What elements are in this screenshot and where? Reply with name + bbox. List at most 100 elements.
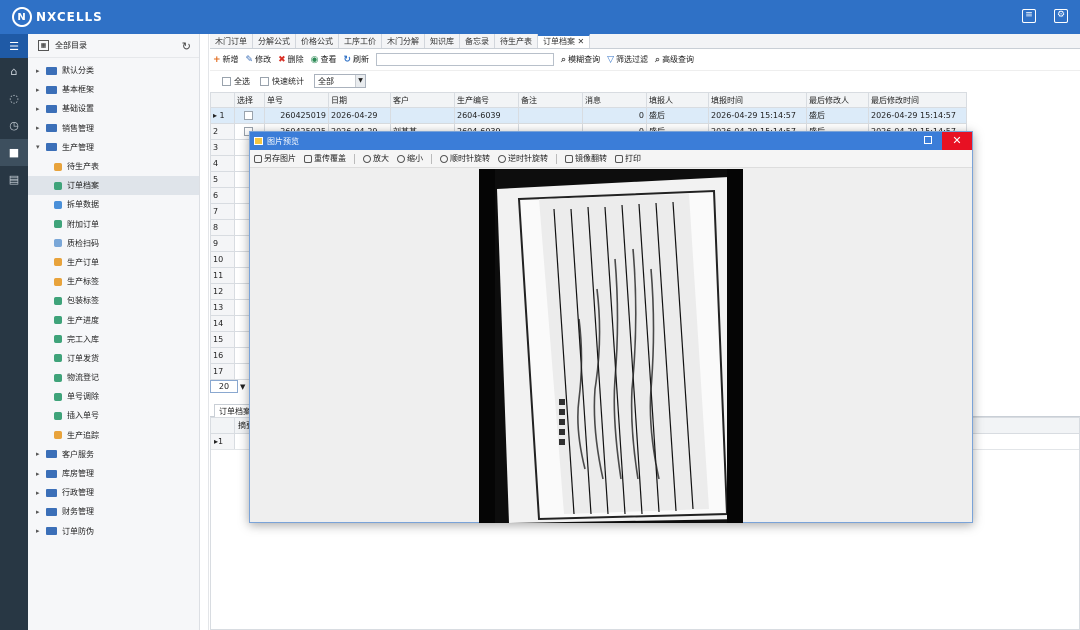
cube-icon[interactable]: ■ [0,139,28,166]
printer-icon[interactable]: ▤ [0,166,28,193]
refresh-icon[interactable]: ↻ [182,40,191,53]
table-row[interactable]: ▸ 1 260425019 2026-04-29 2604-6039 0 盛后 2026-0… [210,107,967,124]
tab[interactable]: 订单档案 ✕ [538,34,591,48]
upload-button[interactable]: 重传覆盖 [304,153,346,164]
column-header[interactable]: 选择 [234,92,265,108]
tree-item[interactable]: ▾ 生产管理 [28,138,199,157]
maximize-icon[interactable] [924,136,932,144]
column-header[interactable]: 最后修改人 [806,92,869,108]
table-cell[interactable] [390,107,455,124]
table-cell[interactable]: 2026-04-29 [328,107,391,124]
print-button[interactable]: 打印 [615,153,641,164]
tree-item[interactable]: ▸ 行政管理 [28,483,199,502]
tree-item[interactable]: 拆单数据 [28,195,199,214]
search-input[interactable] [376,53,555,66]
tree-item[interactable]: 生产订单 [28,253,199,272]
tree-item[interactable]: 待生产表 [28,157,199,176]
edit-button[interactable]: ✎ 修改 [246,54,272,65]
column-header[interactable]: 填报人 [646,92,709,108]
menu-icon[interactable]: ☰ [0,34,28,58]
close-tab-icon[interactable]: ✕ [575,37,585,46]
page-size-input[interactable]: 20 [210,380,238,393]
tree-item[interactable]: 完工入库 [28,330,199,349]
tree-item[interactable]: ▸ 订单防伪 [28,522,199,541]
delete-button[interactable]: ✖ 删除 [278,54,304,65]
chat-icon[interactable]: ◌ [0,85,28,112]
filter-button[interactable]: ▽ 筛选过滤 [607,54,648,65]
close-button[interactable]: ✕ [942,132,972,150]
tree-item[interactable]: ▸ 基础设置 [28,99,199,118]
row-checkbox[interactable] [234,107,265,124]
document-icon[interactable]: ≡ [1022,9,1036,23]
zoom-in-button[interactable]: 放大 [363,153,389,164]
save-button[interactable]: 另存图片 [254,153,296,164]
rotate-cw-button[interactable]: 顺时针旋转 [440,153,490,164]
tree-item[interactable]: ▸ 库房管理 [28,464,199,483]
table-cell[interactable] [518,107,583,124]
refresh-button[interactable]: ↻ 刷新 [344,54,370,65]
advanced-search-button[interactable]: ⌕ 高级查询 [655,54,694,65]
table-cell[interactable]: 2026-04-29 15:14:57 [868,107,967,124]
tab[interactable]: 工序工价 [339,34,382,48]
column-header[interactable]: 填报时间 [708,92,807,108]
column-header[interactable]: 生产编号 [454,92,519,108]
tab[interactable]: 木门订单 [210,34,253,48]
chevron-right-icon[interactable]: ▸ [36,489,46,497]
column-header[interactable]: 客户 [390,92,455,108]
chevron-right-icon[interactable]: ▸ [36,450,46,458]
rotate-ccw-button[interactable]: 逆时针旋转 [498,153,548,164]
quick-stats-checkbox[interactable]: 快速统计 [260,76,304,87]
column-header[interactable]: 日期 [328,92,391,108]
new-button[interactable]: + 新增 [213,54,239,65]
select-all-checkbox[interactable]: 全选 [222,76,250,87]
column-header[interactable]: 单号 [264,92,329,108]
chevron-down-icon[interactable]: ▾ [36,143,46,151]
tree-item[interactable]: 单号调除 [28,387,199,406]
tree-item[interactable]: 附加订单 [28,215,199,234]
chevron-right-icon[interactable]: ▸ [36,67,46,75]
zoom-out-button[interactable]: 缩小 [397,153,423,164]
tab[interactable]: 价格公式 [296,34,339,48]
tab[interactable]: 木门分解 [382,34,425,48]
tab[interactable]: 待生产表 [495,34,538,48]
tree-item[interactable]: ▸ 销售管理 [28,119,199,138]
chevron-right-icon[interactable]: ▸ [36,527,46,535]
tree-item[interactable]: 生产进度 [28,310,199,329]
table-cell[interactable]: 2026-04-29 15:14:57 [708,107,807,124]
tab[interactable]: 知识库 [425,34,460,48]
splitter[interactable] [200,34,209,630]
tree-item[interactable]: 订单发货 [28,349,199,368]
mirror-button[interactable]: 镜像翻转 [565,153,607,164]
column-header[interactable]: 最后修改时间 [868,92,967,108]
page-size-dropdown-icon[interactable]: ▼ [240,383,245,391]
view-button[interactable]: ◉ 查看 [311,54,337,65]
tree-item[interactable]: ▸ 默认分类 [28,61,199,80]
fuzzy-search-button[interactable]: ⌕ 模糊查询 [561,54,600,65]
column-header[interactable]: 消息 [582,92,647,108]
chevron-right-icon[interactable]: ▸ [36,124,46,132]
table-cell[interactable]: 盛后 [646,107,709,124]
dialog-titlebar[interactable]: 图片预览 ✕ [250,132,972,150]
tree-item[interactable]: 订单档案 [28,176,199,196]
tree-item[interactable]: ▸ 基本框架 [28,80,199,99]
column-header[interactable]: 备注 [518,92,583,108]
tab[interactable]: 备忘录 [460,34,495,48]
tree-item[interactable]: 质检扫码 [28,234,199,253]
chevron-right-icon[interactable]: ▸ [36,470,46,478]
chevron-right-icon[interactable]: ▸ [36,86,46,94]
tree-item[interactable]: ▸ 财务管理 [28,502,199,521]
tree-item[interactable]: 生产追踪 [28,426,199,445]
tree-item[interactable]: 插入单号 [28,406,199,425]
range-dropdown[interactable]: 全部 ▼ [314,74,366,88]
chevron-right-icon[interactable]: ▸ [36,105,46,113]
table-cell[interactable]: 2604-6039 [454,107,519,124]
chevron-right-icon[interactable]: ▸ [36,508,46,516]
tree-root-label[interactable]: 全部目录 [55,40,87,51]
table-cell[interactable]: 0 [582,107,647,124]
tab[interactable]: 分解公式 [253,34,296,48]
tree-item[interactable]: 物流登记 [28,368,199,387]
clock-icon[interactable]: ◷ [0,112,28,139]
user-settings-icon[interactable]: ⚙ [1054,9,1068,23]
table-cell[interactable]: 盛后 [806,107,869,124]
table-cell[interactable]: 260425019 [264,107,329,124]
